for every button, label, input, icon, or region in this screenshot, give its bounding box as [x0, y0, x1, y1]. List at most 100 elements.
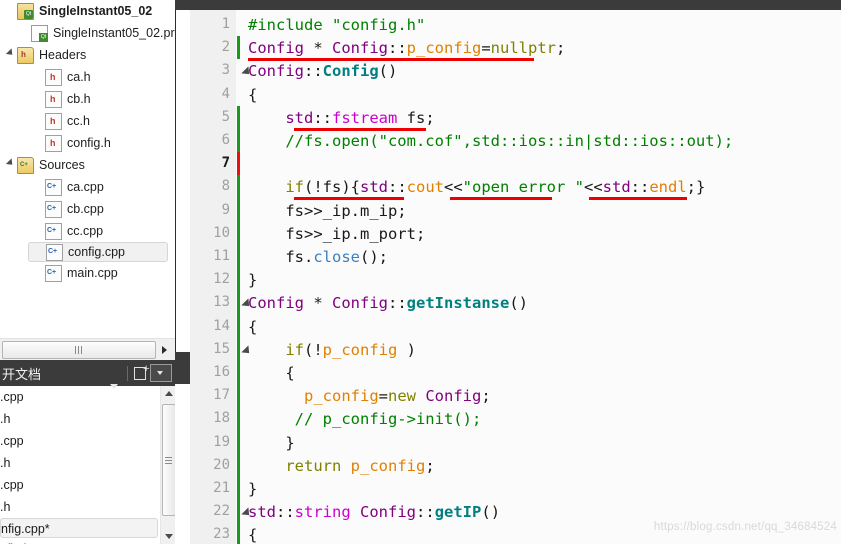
code-token: string [294, 503, 351, 522]
sources-folder-icon [17, 156, 34, 174]
tree-item-cc-h[interactable]: cc.h [28, 110, 175, 132]
header-file-icon [45, 68, 62, 86]
code-token: (); [360, 248, 388, 266]
code-token: Config [322, 62, 379, 81]
code-editor[interactable]: 1 2 3 4 5 6 7 8 9 10 11 12 13 14 15 16 17 18 19 20 21 22 23 #i… [190, 0, 841, 544]
code-token: fstream [332, 108, 398, 127]
open-document-item[interactable]: nfig.cpp* [0, 518, 158, 538]
line-number: 10 [213, 224, 230, 241]
code-line[interactable]: Config::Config() [248, 62, 397, 80]
save-all-icon[interactable] [132, 363, 150, 382]
open-documents-vscrollbar[interactable] [160, 386, 176, 544]
code-line[interactable]: //fs.open("com.cof",std::ios::in|std::io… [248, 132, 733, 150]
open-document-item[interactable]: .h [0, 496, 160, 518]
open-document-item[interactable]: .h [0, 452, 160, 474]
code-line[interactable]: std::fstream fs; [248, 108, 435, 127]
code-token: new [388, 387, 416, 406]
open-document-item[interactable]: .cpp [0, 430, 160, 452]
expand-arrow-icon[interactable] [4, 44, 17, 66]
tree-item-headers[interactable]: Headers [0, 44, 175, 66]
code-token: p_config [304, 387, 379, 406]
code-token: { [248, 85, 258, 104]
line-number: 4 [221, 85, 230, 102]
code-line[interactable]: { [248, 526, 257, 544]
tree-item-cc-cpp[interactable]: cc.cpp [28, 220, 175, 242]
change-marker-green [237, 129, 240, 153]
code-line[interactable]: fs>>_ip.m_port; [248, 225, 425, 243]
open-documents-title: 开文档 [2, 366, 42, 382]
code-token: (! [304, 340, 323, 359]
qt-pro-file-icon [31, 24, 48, 42]
tree-item-ca-cpp[interactable]: ca.cpp [28, 176, 175, 198]
vscroll-up-arrow[interactable] [161, 386, 176, 401]
open-documents-list[interactable]: .cpp .h .cpp .h .cpp .h nfig.cpp* nfig.h [0, 386, 160, 544]
expand-arrow-icon[interactable] [4, 154, 17, 176]
code-token: std [248, 503, 276, 522]
line-number: 18 [213, 410, 230, 427]
tree-item-config-cpp[interactable]: config.cpp [28, 242, 168, 262]
code-line[interactable]: Config * Config::getInstanse() [248, 294, 528, 312]
open-document-item[interactable]: .h [0, 408, 160, 430]
code-token: #include [248, 16, 332, 34]
watermark: https://blog.csdn.net/qq_34684524 [653, 521, 837, 533]
vscroll-thumb[interactable] [162, 404, 176, 516]
open-documents-header: 开文档 [0, 360, 175, 389]
headers-folder-icon [17, 46, 34, 64]
red-underline-annotation [294, 127, 426, 131]
tree-item-cb-cpp[interactable]: cb.cpp [28, 198, 175, 220]
open-document-item[interactable]: .cpp [0, 474, 160, 496]
code-line[interactable]: p_config=new Config; [248, 387, 491, 405]
tree-item-cb-h[interactable]: cb.h [28, 88, 175, 110]
code-token: return [285, 456, 342, 475]
code-line[interactable]: if(!fs){std::cout<<"open error "<<std::e… [248, 178, 705, 196]
tree-item-main-cpp[interactable]: main.cpp [28, 262, 175, 284]
code-line[interactable]: { [248, 318, 257, 336]
code-token: Config [425, 387, 482, 406]
change-marker-green [237, 361, 240, 385]
change-marker-green [237, 105, 240, 129]
code-line[interactable]: { [248, 364, 294, 382]
project-tree-hscrollbar[interactable] [0, 338, 175, 360]
code-line[interactable]: // p_config->init(); [248, 410, 482, 429]
code-token: () [509, 294, 528, 313]
tree-item-singleinstant05-02-pro[interactable]: SingleInstant05_02.pro [14, 22, 175, 44]
code-token: = [378, 387, 388, 406]
code-line[interactable]: { [248, 86, 257, 104]
code-line[interactable]: std::string Config::getIP() [248, 503, 500, 521]
line-number: 5 [221, 108, 230, 125]
code-token: ; [481, 387, 491, 406]
tree-item-sources[interactable]: Sources [0, 154, 175, 176]
code-token: if [285, 178, 304, 197]
code-line[interactable]: Config * Config::p_config=nullptr; [248, 39, 565, 57]
code-line[interactable]: } [248, 271, 257, 289]
code-line[interactable]: } [248, 434, 294, 452]
hscroll-right-arrow[interactable] [156, 339, 175, 361]
open-document-item[interactable]: .cpp [0, 386, 160, 408]
red-underline-annotation [589, 197, 687, 201]
cpp-file-icon [46, 243, 63, 261]
code-token: :: [388, 39, 407, 58]
panel-splitter[interactable] [175, 0, 190, 544]
tree-item-ca-h[interactable]: ca.h [28, 66, 175, 88]
open-document-label: nfig.cpp* [1, 522, 50, 536]
code-line[interactable]: #include "config.h" [248, 16, 425, 34]
tree-item-config-h[interactable]: config.h [28, 132, 175, 154]
change-marker-green [237, 175, 240, 199]
project-tree[interactable]: SingleInstant05_02 SingleInstant05_02.pro… [0, 0, 175, 338]
open-document-item[interactable]: nfig.h [0, 538, 160, 544]
divider [127, 365, 128, 381]
code-token: // p_config->init(); [248, 410, 482, 429]
code-text-area[interactable]: #include "config.h"Config * Config::p_co… [248, 10, 841, 544]
code-line[interactable]: if(!p_config ) [248, 341, 416, 359]
code-line[interactable]: } [248, 480, 257, 498]
tree-item-singleinstant05-02[interactable]: SingleInstant05_02 [0, 0, 175, 22]
code-line[interactable]: fs>>_ip.m_ip; [248, 202, 406, 220]
code-line[interactable]: fs.close(); [248, 248, 388, 266]
panel-menu-icon[interactable] [150, 364, 172, 382]
vscroll-down-arrow[interactable] [161, 529, 176, 544]
code-token: ; [425, 108, 435, 127]
code-line[interactable]: return p_config; [248, 456, 434, 475]
code-token: endl [649, 178, 687, 197]
hscroll-thumb[interactable] [2, 340, 156, 359]
